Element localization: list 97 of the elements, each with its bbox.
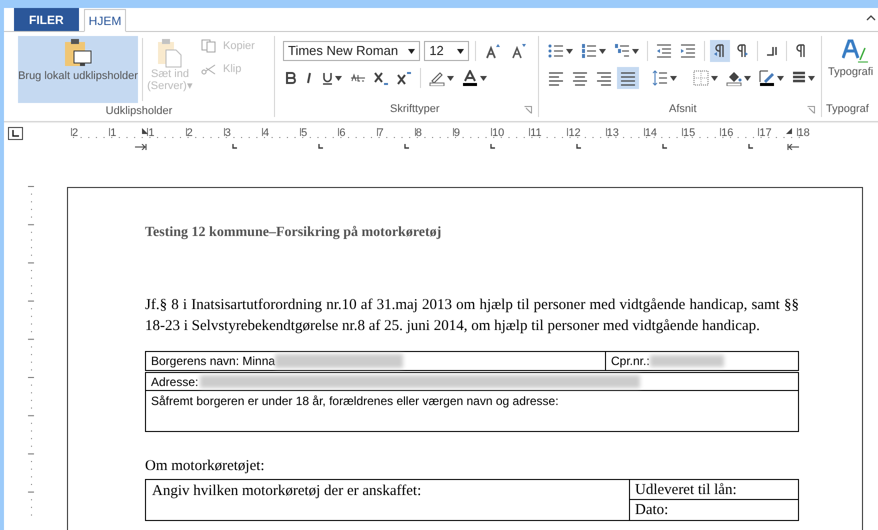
collapse-ribbon-icon[interactable] bbox=[866, 14, 876, 21]
superscript-icon bbox=[397, 71, 412, 85]
bullet-list-icon bbox=[548, 43, 564, 59]
dropdown-caret-icon bbox=[447, 76, 454, 80]
ruler-number: 8 bbox=[416, 128, 422, 138]
name-label: Borgerens navn: Minna bbox=[151, 353, 276, 370]
body-paragraph: Jf.§ 8 i Inatsisartutforordning nr.10 af 31.maj 2013 om hjælp til personer med vidtgående handicap, samt §§ 18-23 i Selvstyrebekendtgørelse nr.8 af 25. juni 2014, om hjælp til personer med vidtgående handicap. bbox=[145, 296, 799, 336]
subscript-icon bbox=[374, 71, 389, 85]
paste-icon bbox=[156, 38, 184, 68]
font-color-icon bbox=[462, 70, 478, 86]
group-label: Udklipsholder bbox=[106, 104, 172, 119]
grow-font-icon bbox=[485, 43, 501, 59]
ruler-number: 15 bbox=[683, 128, 696, 138]
tab-stop-icon bbox=[12, 130, 19, 137]
ruler-number: 6 bbox=[339, 128, 346, 138]
line-spacing-icon bbox=[652, 70, 668, 86]
tab-marker-icon[interactable] bbox=[135, 144, 147, 150]
ruler-number: 11 bbox=[530, 128, 542, 138]
dropdown-caret-icon bbox=[711, 76, 718, 80]
ribbon-tab[interactable]: HJEM bbox=[84, 9, 126, 32]
file-tab[interactable]: FILER bbox=[14, 8, 79, 31]
scissors-icon bbox=[201, 62, 217, 76]
ruler-number: 18 bbox=[798, 128, 810, 138]
dropdown-caret-icon bbox=[777, 76, 784, 80]
document-title: Testing 12 kommune–Forsikring på motorkøretøj bbox=[145, 224, 442, 242]
dropdown-caret-icon bbox=[408, 48, 416, 54]
vehicle-label: Angiv hvilken motorkøretøj der er anskaffet: bbox=[152, 482, 422, 498]
ruler-number: 2 bbox=[186, 128, 193, 138]
guardian-label: Såfremt borgeren er under 18 år, forældrenes eller værgen navn og adresse: bbox=[151, 394, 559, 408]
group-label: Afsnit bbox=[669, 102, 697, 116]
tab-stop-icon[interactable] bbox=[404, 144, 409, 149]
dropdown-caret-icon bbox=[566, 48, 573, 54]
page-break-icon bbox=[766, 46, 778, 56]
dropdown-caret-icon bbox=[480, 76, 487, 80]
local-clipboard-button[interactable]: Brug lokalt udklipsholder bbox=[18, 36, 138, 103]
address-label: Adresse: bbox=[151, 374, 198, 390]
left-to-right-button[interactable] bbox=[710, 40, 730, 62]
justify-button[interactable] bbox=[617, 67, 639, 89]
dialog-launcher-icon[interactable] bbox=[524, 106, 532, 114]
ruler-number: 13 bbox=[606, 128, 619, 138]
ruler-number: 1 bbox=[110, 128, 116, 138]
font-name-dropdown[interactable]: Times New Roman bbox=[283, 41, 420, 61]
loan-label: Udleveret til lån: bbox=[635, 482, 737, 498]
numbered-list-icon bbox=[581, 43, 597, 59]
tab-stop-icon[interactable] bbox=[576, 144, 581, 149]
highlighter-icon bbox=[429, 70, 445, 86]
bold-icon bbox=[286, 72, 296, 84]
tab-stop-icon[interactable] bbox=[232, 144, 237, 149]
increase-indent-icon bbox=[680, 44, 696, 58]
copy-icon bbox=[201, 39, 217, 54]
tab-stop-icon[interactable] bbox=[662, 144, 667, 149]
multilevel-list-icon bbox=[614, 43, 630, 59]
dropdown-caret-icon bbox=[457, 48, 464, 54]
ruler-number: 2 bbox=[72, 128, 78, 138]
ruler-number: 14 bbox=[644, 128, 658, 138]
dropdown-caret-icon bbox=[670, 76, 677, 80]
underline-icon bbox=[322, 72, 333, 84]
pilcrow-icon bbox=[795, 44, 807, 58]
italic-icon bbox=[304, 72, 314, 84]
ruler-number: 16 bbox=[721, 128, 734, 138]
decrease-indent-icon bbox=[656, 44, 672, 58]
clipboard-monitor-icon bbox=[63, 38, 93, 68]
dropdown-caret-icon bbox=[599, 48, 606, 54]
section-heading: Om motorkøretøjet: bbox=[145, 457, 266, 476]
dropdown-caret-icon bbox=[744, 76, 751, 80]
ruler-number: 3 bbox=[224, 128, 231, 138]
font-size-dropdown[interactable]: 12 bbox=[424, 41, 470, 61]
strikethrough-icon bbox=[350, 73, 366, 83]
shrink-font-icon bbox=[511, 43, 527, 59]
line-weight-icon bbox=[792, 71, 806, 85]
tab-stop-selector[interactable] bbox=[8, 127, 23, 140]
pen-icon bbox=[759, 70, 775, 86]
ruler-number: 12 bbox=[568, 128, 581, 138]
dropdown-caret-icon bbox=[335, 76, 342, 80]
tab-stop-icon[interactable] bbox=[318, 144, 323, 149]
dropdown-caret-icon bbox=[632, 48, 639, 54]
tab-marker-icon[interactable] bbox=[787, 144, 799, 150]
date-label: Dato: bbox=[635, 502, 668, 518]
paint-bucket-icon bbox=[726, 70, 742, 86]
ruler-number: 1 bbox=[148, 128, 154, 138]
tab-stop-icon[interactable] bbox=[490, 144, 495, 149]
borders-icon bbox=[693, 70, 709, 86]
ruler-number: 7 bbox=[378, 128, 384, 138]
ruler-number: 17 bbox=[759, 128, 772, 138]
group-label: Skrifttyper bbox=[390, 102, 440, 116]
group-label: Typograf bbox=[826, 102, 869, 116]
pilcrow-icon bbox=[735, 44, 749, 58]
dropdown-caret-icon bbox=[808, 76, 815, 80]
ruler-number: 9 bbox=[454, 128, 460, 138]
dialog-launcher-icon[interactable] bbox=[807, 106, 815, 114]
tab-stop-icon[interactable] bbox=[748, 144, 753, 149]
styles-icon bbox=[842, 38, 868, 64]
cpr-label: Cpr.nr.: bbox=[611, 353, 650, 370]
ruler-number: 5 bbox=[301, 128, 308, 138]
ruler-number: 4 bbox=[262, 128, 270, 138]
ruler-number: 10 bbox=[492, 128, 504, 138]
styles-button[interactable]: Typografi bbox=[828, 38, 878, 80]
